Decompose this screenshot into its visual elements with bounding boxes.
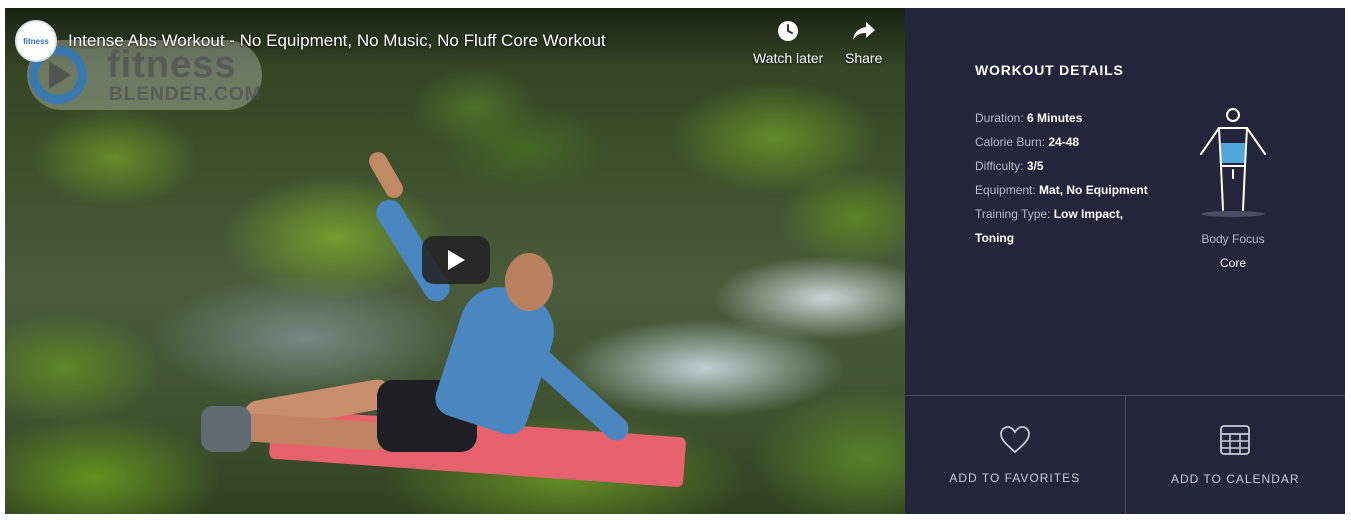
calendar-icon (1220, 425, 1251, 455)
video-title[interactable]: Intense Abs Workout - No Equipment, No M… (68, 31, 606, 51)
body-focus-label: Body Focus (1201, 232, 1265, 246)
watch-later-button[interactable]: Watch later (753, 20, 823, 66)
watermark-play-icon (49, 61, 71, 89)
calendar-label: ADD TO CALENDAR (1170, 472, 1300, 486)
workout-frame: fitness BLENDER.COM fitness Intense Abs … (5, 8, 1345, 514)
detail-value: Toning (975, 231, 1015, 245)
video-player[interactable]: fitness BLENDER.COM fitness Intense Abs … (5, 8, 905, 514)
add-to-favorites-button[interactable]: ADD TO FAVORITES (905, 396, 1125, 514)
detail-calorie-burn: Calorie Burn: 24-48 (975, 130, 1175, 154)
details-list: Duration: 6 Minutes Calorie Burn: 24-48 … (975, 106, 1175, 250)
detail-training-type: Training Type: Low Impact, Toning (975, 202, 1175, 250)
add-to-calendar-button[interactable]: ADD TO CALENDAR (1124, 396, 1346, 514)
detail-value: Mat, No Equipment (1039, 183, 1148, 197)
details-section: WORKOUT DETAILS Duration: 6 Minutes Calo… (905, 8, 1345, 395)
detail-difficulty: Difficulty: 3/5 (975, 154, 1175, 178)
watch-later-label: Watch later (753, 50, 824, 66)
panel-actions: ADD TO FAVORITES ADD TO CALENDAR (905, 395, 1345, 514)
person-hand (365, 148, 407, 202)
share-label: Share (845, 50, 883, 66)
body-focus-icon (1200, 108, 1266, 217)
watermark-text: BLENDER.COM (109, 84, 262, 105)
person-shoes (201, 406, 251, 452)
detail-value: 24-48 (1048, 135, 1080, 149)
play-button[interactable] (422, 236, 490, 284)
share-arrow-icon (852, 22, 875, 40)
channel-avatar-text: fitness (23, 36, 49, 46)
clock-icon (778, 21, 799, 41)
detail-value: 3/5 (1026, 159, 1044, 173)
detail-duration: Duration: 6 Minutes (975, 106, 1175, 130)
detail-value: Low Impact, (1053, 207, 1124, 221)
detail-value: 6 Minutes (1027, 111, 1083, 125)
detail-label: Equipment: (975, 183, 1036, 197)
detail-label: Duration: (975, 111, 1024, 125)
detail-label: Training Type: (975, 207, 1051, 221)
favorites-label: ADD TO FAVORITES (949, 471, 1081, 485)
details-heading: WORKOUT DETAILS (975, 62, 1124, 78)
workout-details-panel: WORKOUT DETAILS Duration: 6 Minutes Calo… (905, 8, 1345, 514)
detail-label: Difficulty: (975, 159, 1024, 173)
person-head (505, 253, 553, 311)
play-icon (448, 250, 465, 270)
detail-label: Calorie Burn: (975, 135, 1046, 149)
body-focus-value: Core (1219, 256, 1246, 270)
share-button[interactable]: Share (845, 20, 882, 66)
channel-avatar[interactable]: fitness (15, 20, 57, 62)
heart-icon (999, 426, 1030, 454)
detail-equipment: Equipment: Mat, No Equipment (975, 178, 1175, 202)
